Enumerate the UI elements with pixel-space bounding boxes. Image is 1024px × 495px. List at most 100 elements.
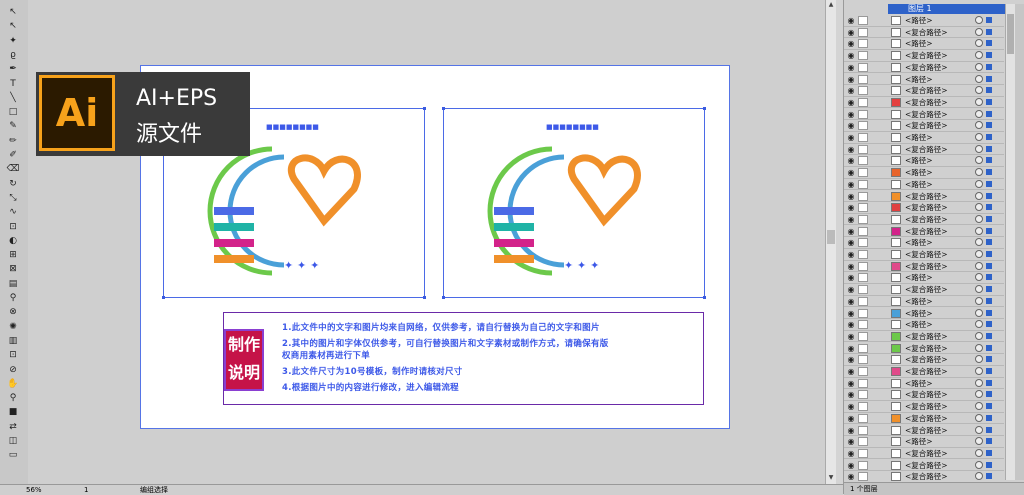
lock-toggle[interactable] (858, 238, 868, 248)
visibility-eye-icon[interactable]: ◉ (846, 390, 856, 399)
target-circle-icon[interactable] (975, 238, 983, 247)
visibility-eye-icon[interactable]: ◉ (846, 51, 856, 60)
type-tool-icon[interactable]: T (5, 78, 21, 90)
visibility-eye-icon[interactable]: ◉ (846, 273, 856, 282)
visibility-eye-icon[interactable]: ◉ (846, 28, 856, 37)
target-circle-icon[interactable] (975, 226, 983, 235)
mesh-tool-icon[interactable]: ⊠ (5, 263, 21, 275)
selection-indicator[interactable] (986, 192, 992, 199)
target-circle-icon[interactable] (975, 156, 983, 165)
direct-selection-tool-icon[interactable]: ↖ (5, 20, 21, 32)
visibility-eye-icon[interactable]: ◉ (846, 63, 856, 72)
lock-toggle[interactable] (858, 285, 868, 295)
visibility-eye-icon[interactable]: ◉ (846, 472, 856, 481)
blend-tool-icon[interactable]: ⊗ (5, 306, 21, 318)
fill-stroke-swatch-icon[interactable]: ■ (5, 406, 21, 418)
selection-indicator[interactable] (986, 332, 992, 339)
layer-row[interactable]: ◉ <复合路径> (844, 50, 1004, 62)
visibility-eye-icon[interactable]: ◉ (846, 426, 856, 435)
lock-toggle[interactable] (858, 390, 868, 400)
target-circle-icon[interactable] (975, 448, 983, 457)
visibility-eye-icon[interactable]: ◉ (846, 332, 856, 341)
lock-toggle[interactable] (858, 226, 868, 236)
layer-row[interactable]: ◉ <复合路径> (844, 144, 1004, 156)
target-circle-icon[interactable] (975, 308, 983, 317)
lock-toggle[interactable] (858, 133, 868, 142)
layer-row[interactable]: ◉ <路径> (844, 378, 1004, 390)
visibility-eye-icon[interactable]: ◉ (846, 215, 856, 224)
selection-indicator[interactable] (986, 379, 992, 386)
selection-indicator[interactable] (986, 251, 992, 257)
layer-row[interactable]: ◉ <复合路径> (844, 284, 1004, 296)
layer-row[interactable]: ◉ <复合路径> (844, 331, 1004, 343)
selection-indicator[interactable] (986, 274, 992, 281)
visibility-eye-icon[interactable]: ◉ (846, 437, 856, 446)
visibility-eye-icon[interactable]: ◉ (846, 379, 856, 388)
target-circle-icon[interactable] (975, 343, 983, 352)
lock-toggle[interactable] (858, 273, 868, 283)
selection-indicator[interactable] (986, 204, 992, 211)
perspective-grid-tool-icon[interactable]: ⊞ (5, 249, 21, 261)
visibility-eye-icon[interactable]: ◉ (846, 156, 856, 165)
visibility-eye-icon[interactable]: ◉ (846, 180, 856, 189)
lock-toggle[interactable] (858, 191, 868, 201)
visibility-eye-icon[interactable]: ◉ (846, 320, 856, 329)
target-circle-icon[interactable] (975, 191, 983, 200)
visibility-eye-icon[interactable]: ◉ (846, 402, 856, 411)
selection-indicator[interactable] (986, 262, 992, 269)
layer-row[interactable]: ◉ <复合路径> (844, 202, 1004, 214)
lock-toggle[interactable] (858, 179, 868, 189)
visibility-eye-icon[interactable]: ◉ (846, 75, 856, 84)
target-circle-icon[interactable] (975, 214, 983, 223)
pen-tool-icon[interactable]: ✒ (5, 63, 21, 75)
target-circle-icon[interactable] (975, 472, 983, 481)
layer-row[interactable]: ◉ <复合路径> (844, 214, 1004, 226)
free-transform-tool-icon[interactable]: ⊡ (5, 221, 21, 233)
lock-toggle[interactable] (858, 261, 868, 271)
target-circle-icon[interactable] (975, 320, 983, 329)
layers-scrollbar[interactable] (1005, 4, 1015, 480)
selection-indicator[interactable] (986, 157, 992, 164)
selection-indicator[interactable] (986, 344, 992, 351)
target-circle-icon[interactable] (975, 285, 983, 294)
target-circle-icon[interactable] (975, 62, 983, 71)
canvas-vertical-scrollbar[interactable]: ▲ ▼ (825, 0, 836, 484)
layer-row[interactable]: ◉ <路径> (844, 296, 1004, 308)
lock-toggle[interactable] (858, 97, 868, 107)
target-circle-icon[interactable] (975, 86, 983, 95)
visibility-eye-icon[interactable]: ◉ (846, 86, 856, 95)
target-circle-icon[interactable] (975, 378, 983, 387)
lock-toggle[interactable] (858, 62, 868, 72)
lock-toggle[interactable] (858, 413, 868, 423)
lock-toggle[interactable] (858, 39, 868, 49)
visibility-eye-icon[interactable]: ◉ (846, 461, 856, 470)
visibility-eye-icon[interactable]: ◉ (846, 98, 856, 107)
layer-1-header[interactable]: 图层 1 (888, 4, 1008, 14)
hand-tool-icon[interactable]: ✋ (5, 378, 21, 390)
target-circle-icon[interactable] (975, 402, 983, 411)
slice-tool-icon[interactable]: ⊘ (5, 364, 21, 376)
lock-toggle[interactable] (858, 460, 868, 470)
visibility-eye-icon[interactable]: ◉ (846, 414, 856, 423)
visibility-eye-icon[interactable]: ◉ (846, 250, 856, 259)
layer-row[interactable]: ◉ <复合路径> (844, 85, 1004, 97)
lock-toggle[interactable] (858, 378, 868, 388)
lock-toggle[interactable] (858, 74, 868, 84)
target-circle-icon[interactable] (975, 203, 983, 212)
layer-row[interactable]: ◉ <路径> (844, 436, 1004, 448)
lock-toggle[interactable] (858, 86, 868, 96)
selection-indicator[interactable] (986, 414, 992, 421)
target-circle-icon[interactable] (975, 121, 983, 130)
lock-toggle[interactable] (858, 448, 868, 458)
blob-brush-tool-icon[interactable]: ✐ (5, 149, 21, 161)
lock-toggle[interactable] (858, 203, 868, 213)
scrollbar-thumb[interactable] (827, 230, 835, 244)
selection-indicator[interactable] (986, 391, 992, 398)
paintbrush-tool-icon[interactable]: ✎ (5, 120, 21, 132)
layer-row[interactable]: ◉ <复合路径> (844, 249, 1004, 261)
selection-indicator[interactable] (986, 145, 992, 152)
rectangle-tool-icon[interactable]: □ (5, 106, 21, 118)
eyedropper-tool-icon[interactable]: ⚲ (5, 292, 21, 304)
visibility-eye-icon[interactable]: ◉ (846, 262, 856, 271)
target-circle-icon[interactable] (975, 97, 983, 106)
